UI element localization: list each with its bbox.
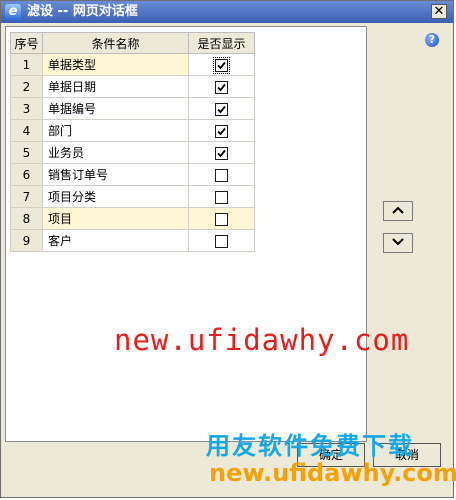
- checkmark-icon: [217, 105, 226, 113]
- ie-icon: e: [5, 4, 21, 20]
- table-row[interactable]: 7 项目分类: [10, 185, 255, 208]
- move-up-button[interactable]: [383, 201, 413, 221]
- filter-table: 序号 条件名称 是否显示 1 单据类型 2 单据日期 3 单据编号 4 部门 5 业务员 6 销售订单…: [10, 32, 255, 252]
- condition-name-cell[interactable]: 单据类型: [42, 53, 189, 76]
- table-row[interactable]: 3 单据编号: [10, 97, 255, 120]
- row-number: 8: [10, 207, 43, 230]
- show-checkbox[interactable]: [215, 168, 228, 182]
- condition-name-cell[interactable]: 项目: [42, 207, 189, 230]
- column-header-visible: 是否显示: [188, 32, 255, 54]
- show-checkbox[interactable]: [215, 212, 228, 226]
- visible-cell: [188, 163, 255, 186]
- watermark-brand-url: new.ufidawhy.com: [209, 459, 456, 487]
- column-header-seq: 序号: [10, 32, 43, 54]
- visible-cell: [188, 207, 255, 230]
- row-number: 6: [10, 163, 43, 186]
- chevron-up-icon: [392, 206, 404, 214]
- table-row[interactable]: 4 部门: [10, 119, 255, 142]
- watermark-url: new.ufidawhy.com: [114, 323, 410, 357]
- row-number: 1: [10, 53, 43, 76]
- close-button[interactable]: ✕: [431, 4, 447, 19]
- checkmark-icon: [217, 83, 226, 91]
- dialog-window: e 滤设 -- 网页对话框 ✕ ? 序号 条件名称 是否显示 1 单据类型 2 单据日…: [0, 0, 456, 498]
- show-checkbox[interactable]: [215, 80, 228, 94]
- title-bar[interactable]: e 滤设 -- 网页对话框 ✕: [1, 1, 453, 23]
- visible-cell: [188, 75, 255, 98]
- row-number: 3: [10, 97, 43, 120]
- visible-cell: [188, 141, 255, 164]
- filter-panel: 序号 条件名称 是否显示 1 单据类型 2 单据日期 3 单据编号 4 部门 5 业务员 6 销售订单…: [5, 26, 367, 442]
- row-number: 9: [10, 229, 43, 252]
- show-checkbox[interactable]: [215, 234, 228, 248]
- table-row[interactable]: 1 单据类型: [10, 53, 255, 76]
- table-row[interactable]: 5 业务员: [10, 141, 255, 164]
- show-checkbox[interactable]: [215, 102, 228, 116]
- chevron-down-icon: [392, 238, 404, 246]
- checkmark-icon: [217, 149, 226, 157]
- condition-name-cell[interactable]: 项目分类: [42, 185, 189, 208]
- show-checkbox[interactable]: [215, 146, 228, 160]
- table-row[interactable]: 9 客户: [10, 229, 255, 252]
- condition-name-cell[interactable]: 客户: [42, 229, 189, 252]
- dialog-title: 滤设 -- 网页对话框: [27, 4, 138, 19]
- row-number: 5: [10, 141, 43, 164]
- move-down-button[interactable]: [383, 233, 413, 253]
- column-header-condition-name: 条件名称: [42, 32, 189, 54]
- condition-name-cell[interactable]: 部门: [42, 119, 189, 142]
- table-row[interactable]: 6 销售订单号: [10, 163, 255, 186]
- row-number: 2: [10, 75, 43, 98]
- show-checkbox[interactable]: [215, 124, 228, 138]
- header-row: 序号 条件名称 是否显示: [10, 32, 255, 54]
- visible-cell: [188, 119, 255, 142]
- show-checkbox[interactable]: [213, 56, 230, 74]
- table-row[interactable]: 8 项目: [10, 207, 255, 230]
- checkmark-icon: [217, 127, 226, 135]
- condition-name-cell[interactable]: 销售订单号: [42, 163, 189, 186]
- condition-name-cell[interactable]: 业务员: [42, 141, 189, 164]
- checkmark-icon: [217, 61, 226, 69]
- visible-cell: [188, 185, 255, 208]
- watermark-brand: 用友软件免费下载: [206, 432, 414, 460]
- condition-name-cell[interactable]: 单据编号: [42, 97, 189, 120]
- help-icon[interactable]: ?: [425, 33, 439, 47]
- row-number: 4: [10, 119, 43, 142]
- row-number: 7: [10, 185, 43, 208]
- show-checkbox[interactable]: [215, 190, 228, 204]
- condition-name-cell[interactable]: 单据日期: [42, 75, 189, 98]
- visible-cell: [188, 229, 255, 252]
- visible-cell: [188, 97, 255, 120]
- visible-cell: [188, 53, 255, 76]
- table-row[interactable]: 2 单据日期: [10, 75, 255, 98]
